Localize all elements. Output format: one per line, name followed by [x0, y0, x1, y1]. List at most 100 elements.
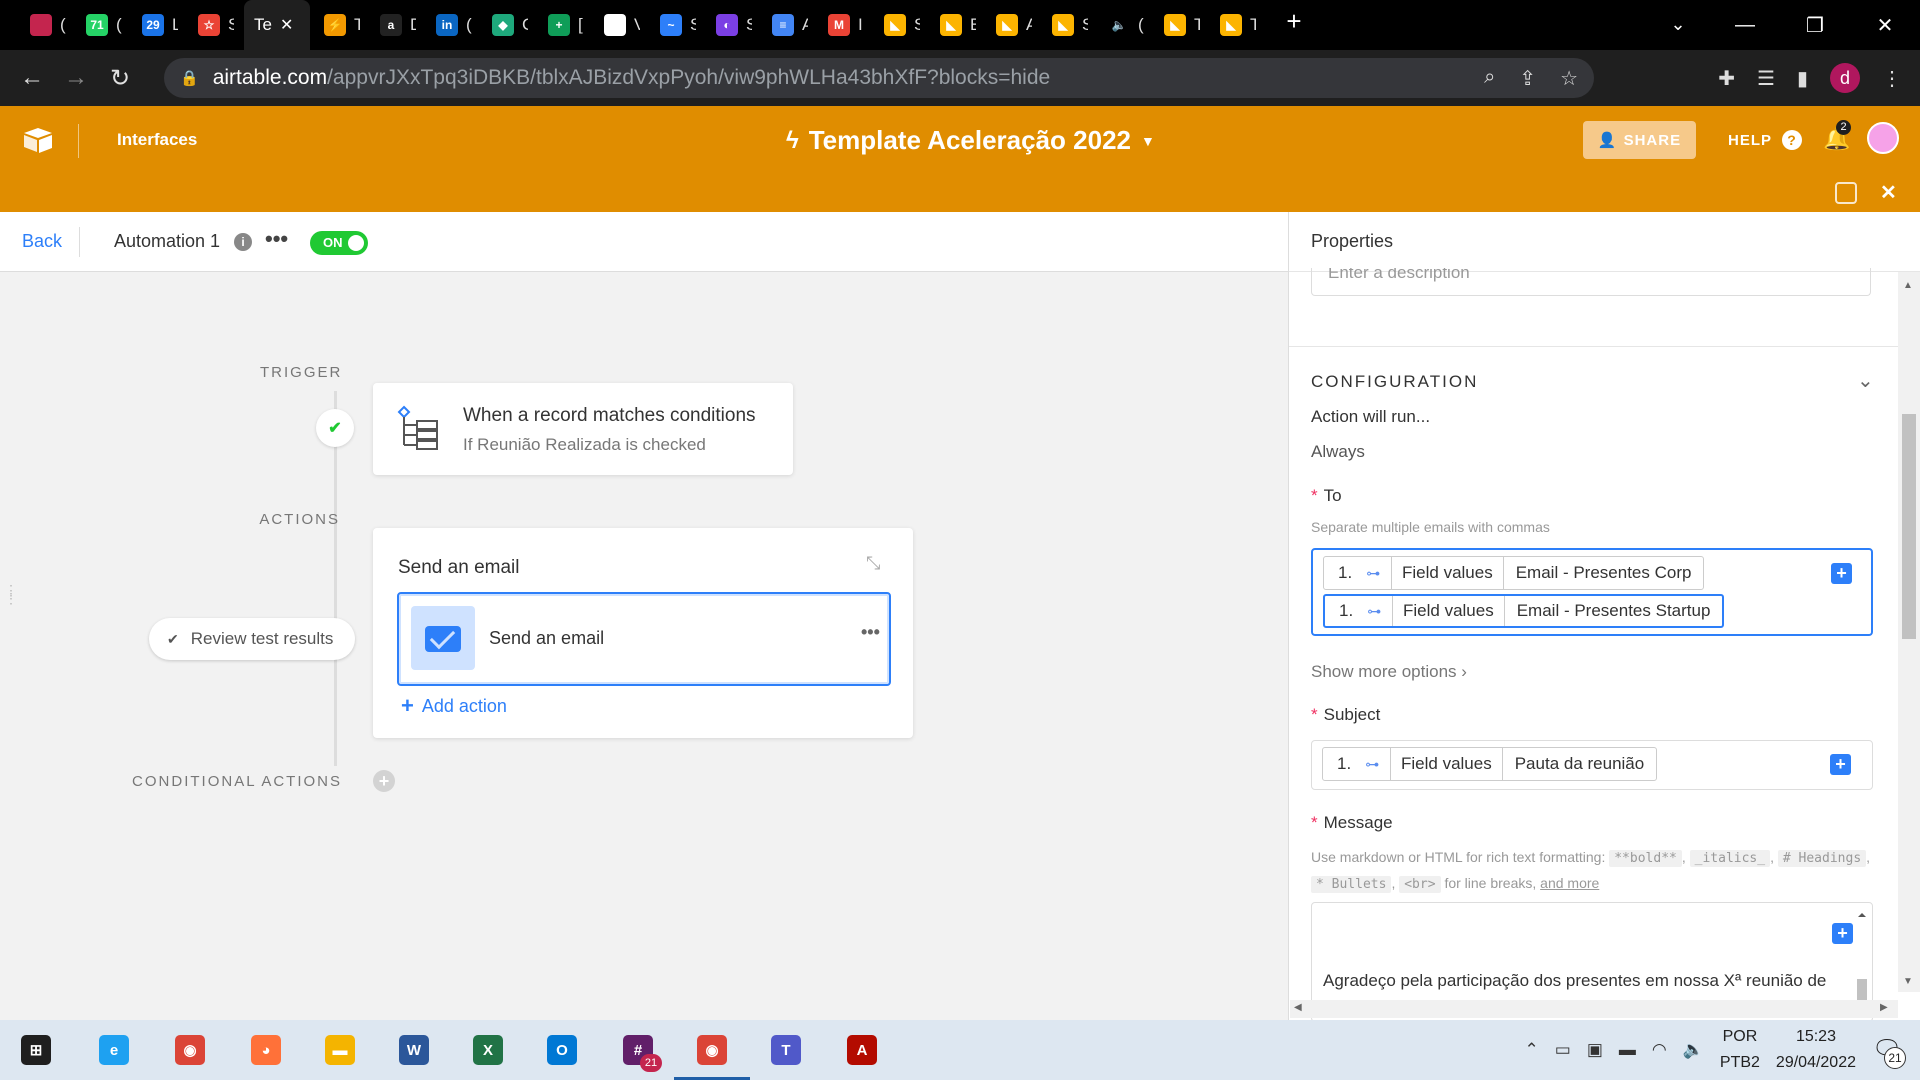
share-page-icon[interactable]: ⇪ [1519, 66, 1536, 91]
reading-list-icon[interactable]: ☰ [1757, 66, 1775, 91]
browser-tab[interactable]: ☆ S [188, 0, 234, 50]
browser-tab[interactable]: aD [370, 0, 416, 50]
browser-tab[interactable]: MI [818, 0, 864, 50]
new-tab-icon[interactable]: + [1272, 6, 1316, 37]
action-more-icon[interactable]: ••• [861, 622, 880, 643]
send-email-action[interactable]: Send an email ••• [397, 592, 891, 686]
base-title[interactable]: ϟ Template Aceleração 2022 ▼ [786, 125, 1155, 156]
chrome-icon[interactable]: ◉ [168, 1028, 212, 1072]
minimize-icon[interactable]: — [1710, 0, 1780, 50]
more-options-icon[interactable]: ••• [265, 226, 288, 252]
scrollbar-thumb[interactable] [1902, 414, 1916, 639]
browser-tab[interactable]: ⚡ T [314, 0, 360, 50]
description-input[interactable]: Enter a description [1311, 268, 1871, 296]
reload-icon[interactable]: ↻ [98, 64, 142, 93]
user-avatar[interactable] [1867, 122, 1899, 154]
notifications-bell-icon[interactable]: 🔔 2 [1823, 120, 1851, 152]
fullscreen-icon[interactable] [1835, 182, 1857, 204]
tab-search-chevron-icon[interactable]: ⌄ [1648, 14, 1708, 35]
browser-tab[interactable]: ◣ S [1042, 0, 1088, 50]
collapse-icon[interactable]: ⤡ [866, 553, 880, 574]
insert-field-plus-icon[interactable]: + [1830, 754, 1851, 775]
word-icon[interactable]: W [392, 1028, 436, 1072]
browser-tab[interactable]: ◐ S [706, 0, 752, 50]
close-tab-icon[interactable]: ✕ [280, 15, 293, 35]
to-input[interactable]: 1. ⊶ Field values Email - Presentes Corp … [1311, 548, 1873, 636]
browser-tab[interactable]: ~ S [650, 0, 696, 50]
language-indicator[interactable]: POR PTB2 [1720, 1024, 1760, 1076]
profile-avatar[interactable]: d [1830, 63, 1860, 93]
browser-tab[interactable]: ◆C [482, 0, 528, 50]
automation-on-toggle[interactable]: ON [310, 231, 368, 255]
browser-tab[interactable]: ◣ T [1210, 0, 1256, 50]
excel-icon[interactable]: X [466, 1028, 510, 1072]
acrobat-icon[interactable]: A [840, 1028, 884, 1072]
automation-name[interactable]: Automation 1 [114, 231, 220, 252]
ie-icon[interactable]: e [92, 1028, 136, 1072]
address-bar[interactable]: 🔒 airtable.com /appvrJXxTpq3iDBKB/tblxAJ… [164, 58, 1594, 98]
scroll-right-icon[interactable]: ▶ [1880, 1002, 1888, 1013]
and-more-link[interactable]: and more [1540, 875, 1599, 891]
close-panel-icon[interactable]: ✕ [1880, 180, 1897, 205]
trigger-card[interactable]: When a record matches conditions If Reun… [373, 383, 793, 475]
action-center-icon[interactable]: 🗨 21 [1872, 1035, 1906, 1069]
start-icon[interactable]: ⊞ [14, 1028, 58, 1072]
to-token-1[interactable]: 1. ⊶ Field values Email - Presentes Corp [1323, 556, 1705, 590]
browser-tab[interactable]: ≡ A [762, 0, 808, 50]
subject-input[interactable]: 1. ⊶ Field values Pauta da reunião + [1311, 740, 1873, 790]
insert-field-plus-icon[interactable]: + [1831, 563, 1852, 584]
share-button[interactable]: 👤 SHARE [1583, 121, 1696, 159]
bookmark-star-icon[interactable]: ☆ [1560, 66, 1578, 91]
scroll-down-icon[interactable]: ▼ [1903, 976, 1913, 987]
browser-tab[interactable]: 71 ( [76, 0, 122, 50]
browser-tab[interactable]: ◣ A [986, 0, 1032, 50]
scroll-up-icon[interactable]: ▲ [1903, 280, 1913, 291]
close-window-icon[interactable]: ✕ [1850, 0, 1920, 50]
airtable-logo-icon[interactable] [22, 126, 54, 156]
panel-vertical-scrollbar[interactable]: ▲ ▼ [1898, 272, 1920, 992]
scroll-left-icon[interactable]: ◀ [1294, 1002, 1302, 1013]
forward-arrow-icon[interactable]: → [54, 64, 98, 92]
firefox-icon[interactable]: ◕ [244, 1028, 288, 1072]
browser-tab[interactable]: 🔈 (5 [1098, 0, 1144, 50]
browser-tab[interactable]: ( [20, 0, 66, 50]
browser-tab[interactable]: in ( [426, 0, 472, 50]
display-icon[interactable]: ▣ [1587, 1040, 1603, 1060]
extensions-icon[interactable]: ✚ [1718, 66, 1735, 91]
battery-icon[interactable]: ▬ [1619, 1040, 1636, 1060]
add-conditional-action-icon[interactable]: + [373, 770, 395, 792]
panel-horizontal-scrollbar[interactable]: ◀ ▶ [1290, 1000, 1898, 1018]
browser-menu-icon[interactable]: ⋮ [1882, 66, 1902, 91]
chrome-profile-icon[interactable]: ◉ [674, 1028, 750, 1080]
interfaces-link[interactable]: Interfaces [117, 130, 197, 150]
to-token-2[interactable]: 1. ⊶ Field values Email - Presentes Start… [1323, 594, 1725, 628]
back-arrow-icon[interactable]: ← [10, 64, 54, 92]
slack-icon[interactable]: #21 [616, 1028, 662, 1072]
explorer-icon[interactable]: ▬ [318, 1028, 362, 1072]
browser-tab[interactable]: +[ [538, 0, 584, 50]
browser-tab[interactable]: ◣ T [1154, 0, 1200, 50]
drag-handle-icon[interactable]: ⋮ ⋮ [4, 583, 18, 605]
review-test-results-button[interactable]: ✔ Review test results [149, 618, 355, 660]
info-icon[interactable]: i [234, 233, 252, 251]
chevron-down-icon[interactable]: ⌄ [1857, 368, 1874, 393]
volume-icon[interactable]: 🔈 [1683, 1040, 1704, 1060]
outlook-icon[interactable]: O [540, 1028, 584, 1072]
browser-tab[interactable]: ◣ S [874, 0, 920, 50]
browser-tab[interactable]: Te ✕ [244, 0, 310, 50]
subject-token[interactable]: 1. ⊶ Field values Pauta da reunião [1322, 747, 1658, 781]
browser-tab[interactable]: 29 L [132, 0, 178, 50]
teams-icon[interactable]: T [764, 1028, 808, 1072]
insert-field-plus-icon[interactable]: + [1832, 923, 1853, 944]
add-action-button[interactable]: + Add action [401, 695, 507, 717]
browser-tab[interactable]: ◣ E [930, 0, 976, 50]
side-panel-icon[interactable]: ▮ [1797, 66, 1808, 91]
wifi-icon[interactable]: ◠ [1652, 1040, 1667, 1060]
browser-tab[interactable]: V [594, 0, 640, 50]
clock[interactable]: 15:23 29/04/2022 [1776, 1024, 1856, 1076]
tray-chevron-icon[interactable]: ⌃ [1525, 1040, 1539, 1060]
zoom-icon[interactable]: ⌕ [1484, 66, 1495, 91]
run-condition-value[interactable]: Always [1311, 442, 1365, 462]
meet-icon[interactable]: ▭ [1555, 1040, 1571, 1060]
show-more-options-link[interactable]: Show more options › [1311, 662, 1467, 682]
